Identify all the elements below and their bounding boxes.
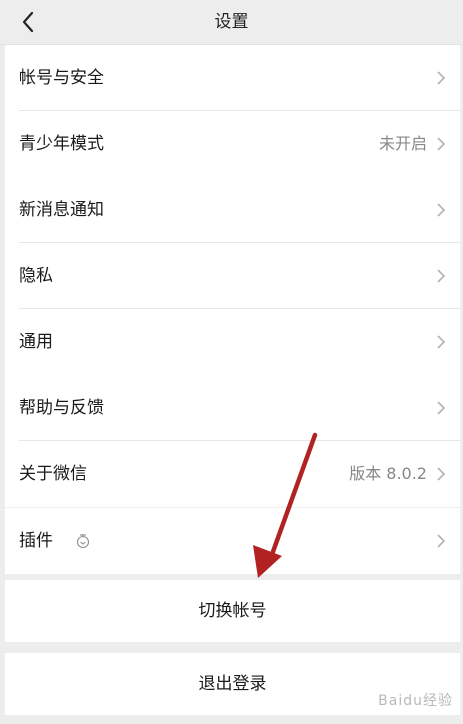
annotation-arrow-head <box>253 545 282 578</box>
annotation-arrow <box>253 432 318 578</box>
baidu-watermark: Baidu经验 <box>378 693 453 709</box>
annotation-arrow-shaft <box>267 432 318 563</box>
